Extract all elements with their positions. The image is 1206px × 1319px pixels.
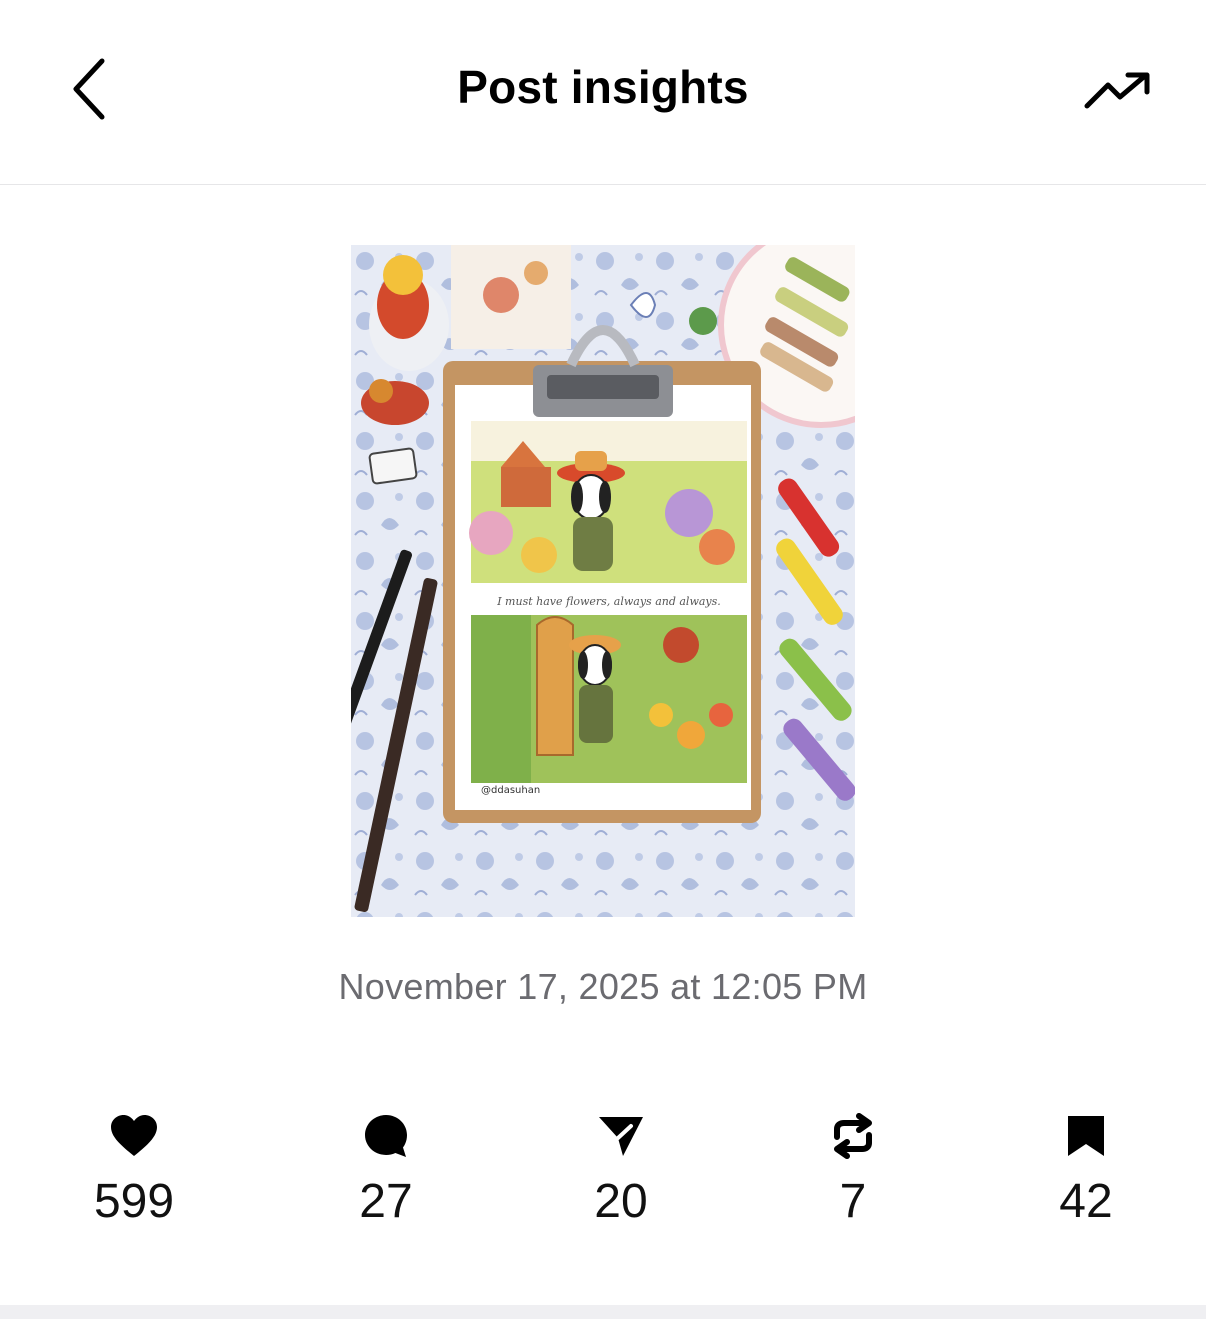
post-thumbnail[interactable]: I must have flowers, always and always. …	[351, 245, 855, 917]
comments-metric[interactable]: 27	[306, 1108, 466, 1230]
heart-icon	[111, 1115, 157, 1156]
page-title: Post insights	[457, 61, 749, 113]
trend-button[interactable]	[1072, 56, 1164, 126]
likes-metric[interactable]: 599	[54, 1108, 214, 1230]
bottom-divider	[0, 1305, 1206, 1319]
comments-count: 27	[359, 1175, 413, 1228]
shares-metric[interactable]: 20	[541, 1108, 701, 1230]
bookmark-icon	[1068, 1116, 1104, 1156]
comment-icon	[365, 1115, 407, 1157]
repost-icon	[834, 1113, 872, 1159]
share-icon	[599, 1117, 643, 1156]
post-date: November 17, 2025 at 12:05 PM	[338, 966, 868, 1007]
image-handwriting: I must have flowers, always and always.	[496, 595, 721, 608]
saves-metric[interactable]: 42	[1006, 1108, 1166, 1230]
trending-up-icon	[1084, 72, 1150, 109]
likes-count: 599	[93, 1175, 175, 1228]
reposts-metric[interactable]: 7	[773, 1108, 933, 1230]
image-signature: @ddasuhan	[481, 785, 540, 796]
shares-count: 20	[594, 1175, 648, 1228]
reposts-count: 7	[839, 1175, 867, 1228]
top-bar: Post insights	[0, 0, 1206, 185]
saves-count: 42	[1059, 1175, 1113, 1228]
